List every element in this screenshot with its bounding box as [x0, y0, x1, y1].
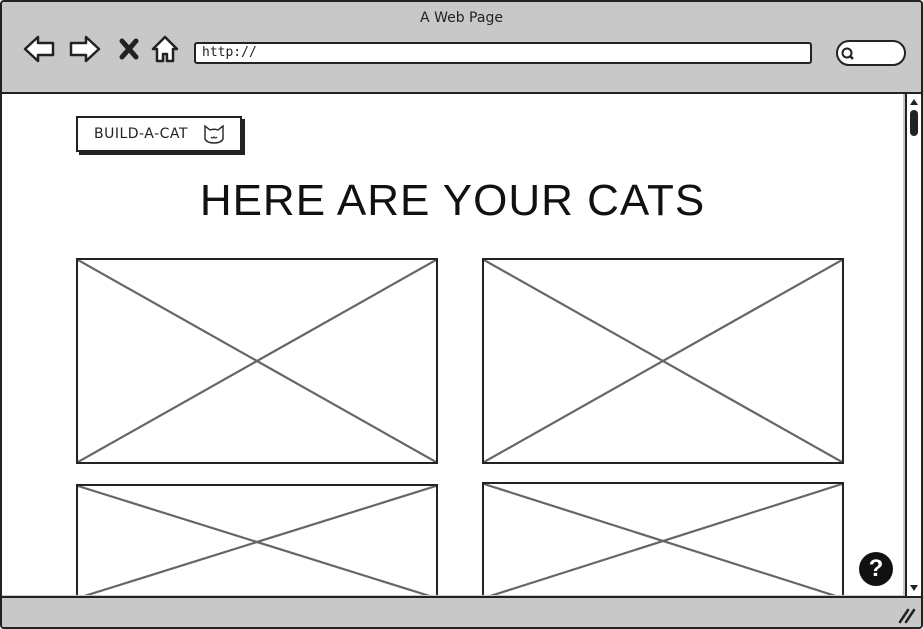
address-bar[interactable]: http://: [194, 42, 812, 64]
browser-toolbar: A Web Page http://: [2, 2, 921, 94]
vertical-scrollbar[interactable]: [905, 94, 921, 597]
image-placeholder: [76, 484, 438, 595]
page-title: HERE ARE YOUR CATS: [199, 176, 706, 225]
status-bar: [2, 596, 921, 627]
browser-search-field[interactable]: [836, 40, 906, 66]
page-content: BUILD-A-CAT HERE ARE YOUR CATS ?: [2, 94, 903, 595]
image-placeholder: [482, 482, 844, 595]
home-icon[interactable]: [148, 32, 182, 66]
scroll-down-icon[interactable]: [908, 582, 920, 594]
logo-text: BUILD-A-CAT: [94, 126, 188, 142]
browser-window: A Web Page http:// BUILD-A-CAT HERE ARE …: [0, 0, 923, 629]
window-title: A Web Page: [420, 10, 503, 26]
image-placeholder: [482, 258, 844, 464]
resize-grip-icon[interactable]: [896, 606, 916, 624]
image-placeholder: [76, 258, 438, 464]
search-icon: [841, 47, 854, 60]
help-icon[interactable]: ?: [859, 552, 893, 586]
scrollbar-thumb[interactable]: [910, 110, 918, 136]
scroll-up-icon[interactable]: [908, 96, 920, 108]
stop-icon[interactable]: [112, 32, 146, 66]
back-arrow-icon[interactable]: [22, 32, 56, 66]
site-logo[interactable]: BUILD-A-CAT: [76, 116, 242, 152]
forward-arrow-icon[interactable]: [68, 32, 102, 66]
cat-face-icon: [204, 124, 224, 144]
